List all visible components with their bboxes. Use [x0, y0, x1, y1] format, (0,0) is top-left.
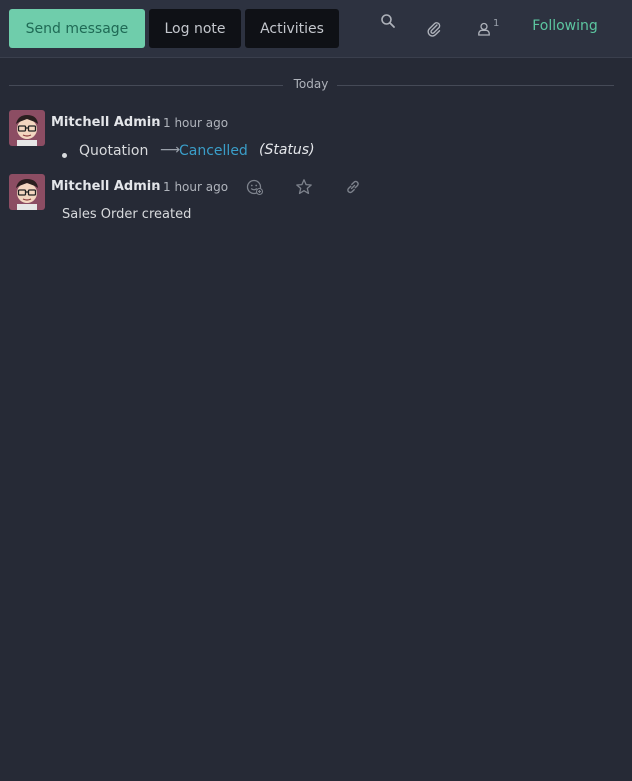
follower-count: 1: [493, 18, 500, 29]
avatar[interactable]: [9, 174, 45, 210]
search-icon[interactable]: [376, 9, 400, 33]
send-message-button[interactable]: Send message: [9, 9, 145, 48]
tracking-bullet: [62, 153, 67, 158]
date-divider-right: [337, 85, 614, 86]
log-note-button[interactable]: Log note: [149, 9, 241, 48]
author-date-separator: -: [153, 180, 158, 194]
tracking-new-value: Cancelled: [179, 143, 248, 159]
add-reaction-icon[interactable]: [244, 176, 266, 198]
message-author[interactable]: Mitchell Admin: [51, 179, 160, 194]
message-date: 1 hour ago: [163, 180, 229, 194]
link-icon[interactable]: [342, 176, 364, 198]
star-icon[interactable]: [293, 176, 315, 198]
date-separator: Today: [283, 77, 339, 91]
chatter-topbar: Send message Log note Activities 1 Follo…: [0, 0, 632, 58]
author-date-separator: -: [153, 116, 158, 130]
message-body: Sales Order created: [62, 207, 192, 222]
tracking-old-value: Quotation: [79, 143, 149, 159]
paperclip-icon[interactable]: [422, 17, 446, 41]
tracking-field-name: (Status): [259, 142, 315, 158]
avatar[interactable]: [9, 110, 45, 146]
arrow-right-icon: ⟶: [160, 142, 181, 158]
message-date: 1 hour ago: [163, 116, 229, 130]
following-button[interactable]: Following: [518, 18, 612, 34]
date-divider-left: [9, 85, 285, 86]
user-icon: [478, 22, 490, 36]
message-author[interactable]: Mitchell Admin: [51, 115, 160, 130]
activities-button[interactable]: Activities: [245, 9, 339, 48]
